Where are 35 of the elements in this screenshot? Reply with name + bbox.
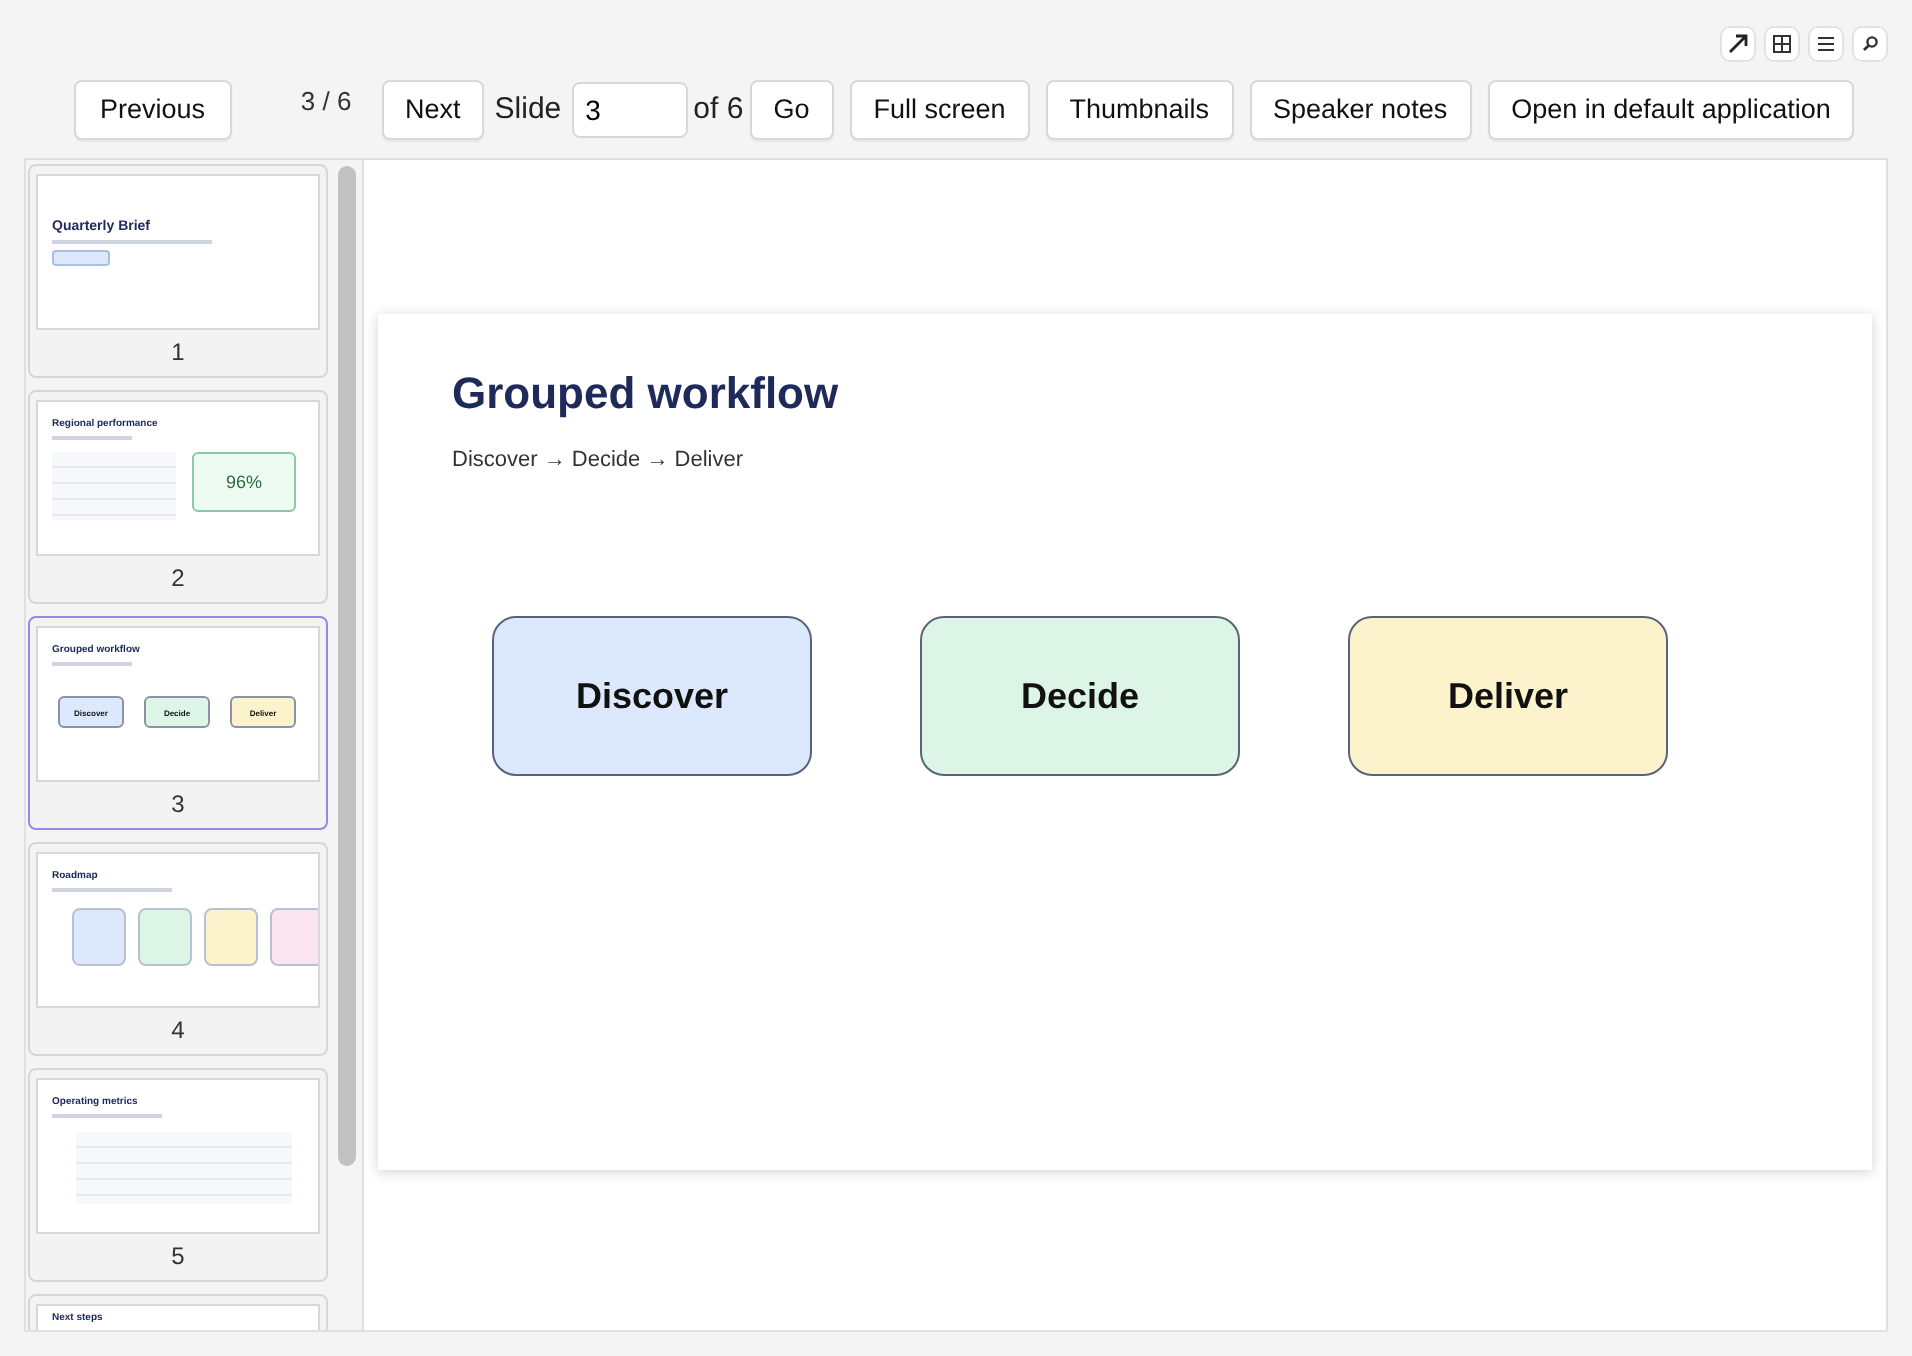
slide-counter: 3 / 6 — [298, 86, 354, 116]
toolbar-button[interactable]: Thumbnails — [1045, 79, 1234, 139]
next-button[interactable]: Next — [381, 79, 485, 139]
slide-total-label: of 6 — [693, 92, 744, 126]
slide-number: 3 — [171, 790, 185, 818]
card-shape — [138, 908, 192, 966]
menu-button[interactable] — [1808, 26, 1844, 62]
slide-label: Slide — [494, 92, 562, 126]
pill-shape — [52, 250, 110, 266]
slide-number-field[interactable]: 3 — [571, 81, 688, 137]
expand-icon — [1724, 30, 1752, 58]
workflow-box: Decide — [920, 616, 1240, 776]
card-shape — [270, 908, 318, 966]
stat-value: 96% — [225, 472, 262, 492]
previous-button[interactable]: Previous — [74, 79, 232, 139]
slide-number: 5 — [171, 1242, 185, 1270]
search-button[interactable] — [1852, 26, 1888, 62]
slide-number: 1 — [171, 338, 185, 366]
grid-button[interactable] — [1764, 26, 1800, 62]
toolbar-button[interactable]: Speaker notes — [1249, 79, 1472, 139]
slide-subtitle: Discover → Decide → Deliver — [452, 448, 745, 472]
card-shape — [204, 908, 258, 966]
grid-icon — [1768, 30, 1796, 58]
expand-button[interactable] — [1720, 26, 1756, 62]
workflow-box: Deliver — [1348, 616, 1668, 776]
card-shape — [72, 908, 126, 966]
scrollbar-thumb[interactable] — [338, 166, 357, 1166]
go-button[interactable]: Go — [749, 79, 834, 139]
slide-title: Grouped workflow — [452, 368, 841, 420]
slide-number: 4 — [171, 1016, 185, 1044]
toolbar-button[interactable]: Full screen — [849, 79, 1030, 139]
toolbar-button[interactable]: Open in default application — [1487, 79, 1855, 139]
workflow-box: Discover — [492, 616, 812, 776]
table-drawing — [52, 452, 176, 520]
slide-number: 2 — [171, 564, 185, 592]
